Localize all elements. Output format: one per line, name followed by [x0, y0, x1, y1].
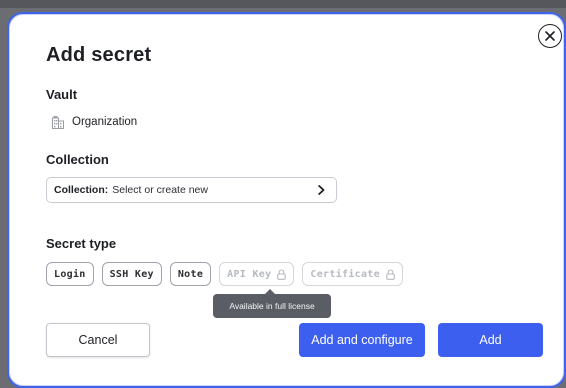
type-note-chip[interactable]: Note [169, 262, 212, 286]
collection-select[interactable]: Collection: Select or create new [46, 177, 337, 203]
lock-icon [386, 268, 395, 280]
cancel-button[interactable]: Cancel [46, 323, 150, 357]
collection-label: Collection [46, 152, 109, 167]
dialog-title: Add secret [46, 44, 152, 66]
add-and-configure-button[interactable]: Add and configure [299, 323, 425, 357]
type-ssh-key-label: SSH Key [109, 268, 154, 280]
type-certificate-chip[interactable]: Certificate [302, 262, 403, 286]
secret-type-options: Login SSH Key Note API Key Certificate [46, 262, 403, 286]
type-login-label: Login [54, 268, 86, 280]
collection-field-value: Select or create new [112, 184, 208, 196]
type-api-key-chip[interactable]: API Key [219, 262, 295, 286]
secret-type-label: Secret type [46, 236, 117, 251]
type-login-chip[interactable]: Login [46, 262, 94, 286]
vault-label: Vault [46, 87, 78, 102]
type-ssh-key-chip[interactable]: SSH Key [101, 262, 162, 286]
license-tooltip: Available in full license [213, 289, 331, 318]
vault-value: Organization [52, 114, 137, 130]
backdrop [0, 0, 566, 8]
add-button[interactable]: Add [438, 323, 543, 357]
chevron-right-icon [316, 184, 326, 196]
type-note-label: Note [177, 268, 204, 280]
lock-icon [277, 268, 287, 280]
collection-field-prefix: Collection: [54, 184, 109, 196]
close-button[interactable] [538, 24, 562, 48]
building-icon [52, 116, 64, 129]
backdrop-left [0, 8, 7, 388]
close-icon [545, 31, 555, 41]
vault-name: Organization [72, 116, 138, 128]
type-api-key-label: API Key [227, 268, 272, 280]
type-certificate-label: Certificate [310, 268, 380, 280]
